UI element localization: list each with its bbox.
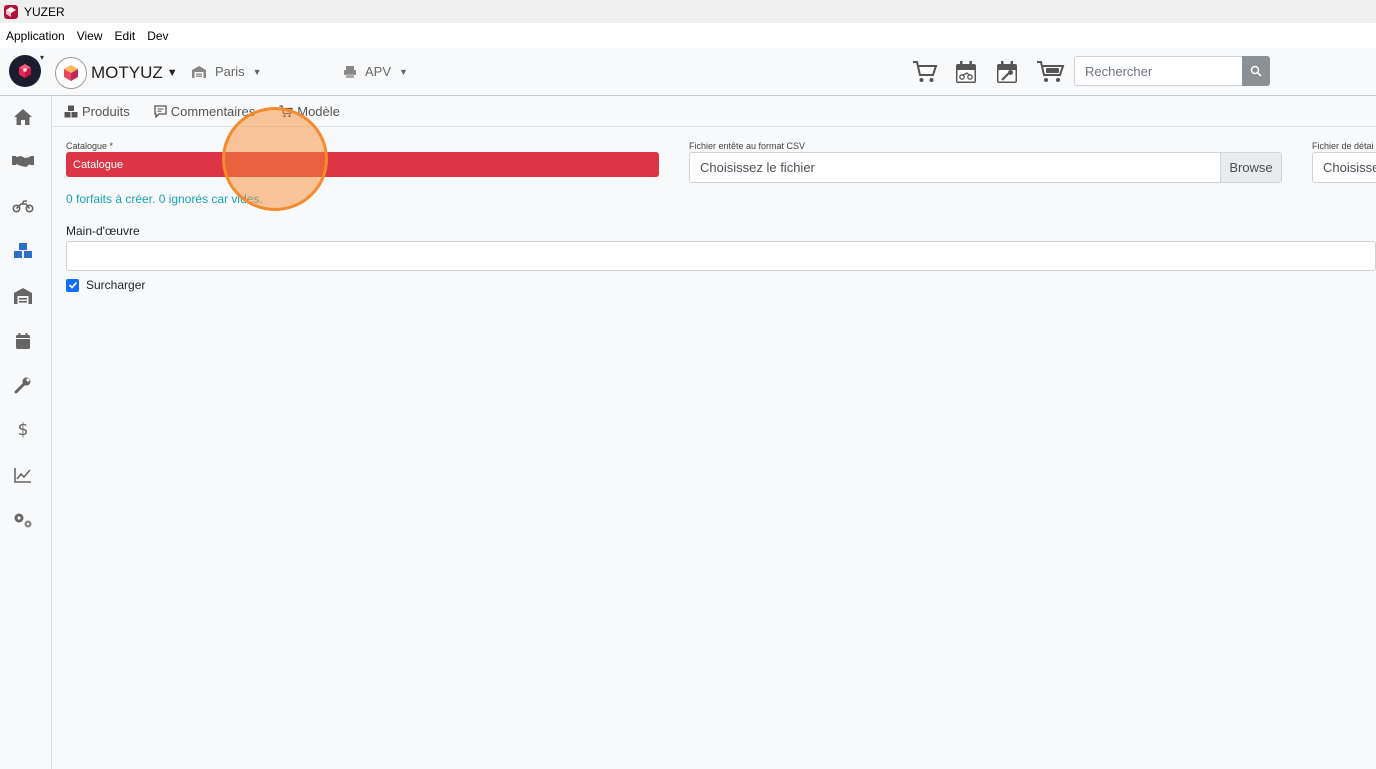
org-selector[interactable]: MOTYUZ ▼: [55, 57, 178, 89]
calendar-icon[interactable]: [12, 330, 34, 352]
catalogue-value: Catalogue: [73, 158, 124, 171]
caret-down-icon: ▾: [39, 53, 44, 62]
detail-file-input[interactable]: Choisissez: [1312, 152, 1376, 183]
search-input[interactable]: [1074, 56, 1242, 86]
detail-file-label: Fichier de détai: [1312, 141, 1374, 151]
search-button[interactable]: [1242, 56, 1270, 86]
menu-view[interactable]: View: [71, 29, 109, 43]
org-name: MOTYUZ: [91, 63, 163, 82]
cubes-icon[interactable]: [12, 240, 34, 262]
menu-bar: Application View Edit Dev: [0, 23, 1376, 48]
detail-file-placeholder: Choisissez: [1323, 160, 1376, 175]
print-icon: [344, 65, 356, 78]
yuzer-logo-icon: [19, 64, 31, 78]
app-logo-icon: [4, 4, 18, 19]
menu-application[interactable]: Application: [0, 29, 71, 43]
cubes-icon: [64, 105, 78, 117]
cart-moto-icon[interactable]: [1036, 59, 1066, 85]
labour-label: Main-d'œuvre: [66, 224, 140, 238]
wrench-icon[interactable]: [12, 374, 34, 396]
motorcycle-icon[interactable]: [12, 195, 34, 217]
click-indicator: [222, 107, 328, 211]
catalogue-label: Catalogue *: [66, 141, 114, 151]
overwrite-label: Surcharger: [86, 278, 146, 292]
warehouse-icon[interactable]: [12, 285, 34, 307]
tab-label: Produits: [82, 103, 130, 119]
header-file-placeholder: Choisissez le fichier: [700, 160, 815, 175]
org-avatar: [55, 57, 87, 89]
tab-produits[interactable]: Produits: [64, 104, 130, 119]
header-file-input[interactable]: Choisissez le fichier Browse: [689, 152, 1282, 183]
window-titlebar: YUZER: [0, 0, 1376, 23]
caret-down-icon: ▼: [399, 66, 408, 77]
app-header: ▾ MOTYUZ ▼ Paris ▼ APV ▼: [0, 48, 1376, 96]
menu-dev[interactable]: Dev: [141, 29, 174, 43]
catalogue-select[interactable]: Catalogue: [66, 152, 659, 177]
home-icon[interactable]: [12, 106, 34, 128]
sidebar: $: [0, 96, 52, 769]
department-selector[interactable]: APV ▼: [343, 64, 408, 79]
tab-commentaires[interactable]: Commentaires: [154, 104, 255, 119]
window-title: YUZER: [24, 4, 65, 19]
header-file-label: Fichier entête au format CSV: [689, 141, 806, 151]
dollar-icon[interactable]: $: [12, 419, 34, 441]
calendar-moto-icon[interactable]: [953, 59, 979, 85]
gears-icon[interactable]: [12, 509, 34, 531]
chart-line-icon[interactable]: [12, 464, 34, 486]
brand-logo[interactable]: ▾: [9, 53, 44, 87]
labour-input[interactable]: [66, 241, 1376, 271]
cart-icon[interactable]: [912, 59, 938, 85]
site-selector[interactable]: Paris ▼: [191, 64, 262, 79]
browse-button[interactable]: Browse: [1220, 153, 1281, 182]
search-icon: [1250, 65, 1262, 77]
department-name: APV: [365, 64, 392, 79]
import-info-text: 0 forfaits à créer. 0 ignorés car vides.: [66, 192, 263, 206]
check-icon: [68, 281, 77, 289]
overwrite-checkbox-row: Surcharger: [66, 278, 145, 292]
search-bar: [1074, 56, 1270, 86]
warehouse-icon: [192, 65, 206, 78]
comment-icon: [154, 104, 167, 118]
handshake-icon[interactable]: [12, 150, 34, 172]
caret-down-icon: ▼: [166, 67, 178, 79]
menu-edit[interactable]: Edit: [109, 29, 142, 43]
org-logo-icon: [64, 65, 78, 81]
site-name: Paris: [215, 64, 245, 79]
overwrite-checkbox[interactable]: [66, 278, 79, 292]
calendar-wrench-icon[interactable]: [994, 59, 1020, 85]
caret-down-icon: ▼: [252, 66, 262, 77]
